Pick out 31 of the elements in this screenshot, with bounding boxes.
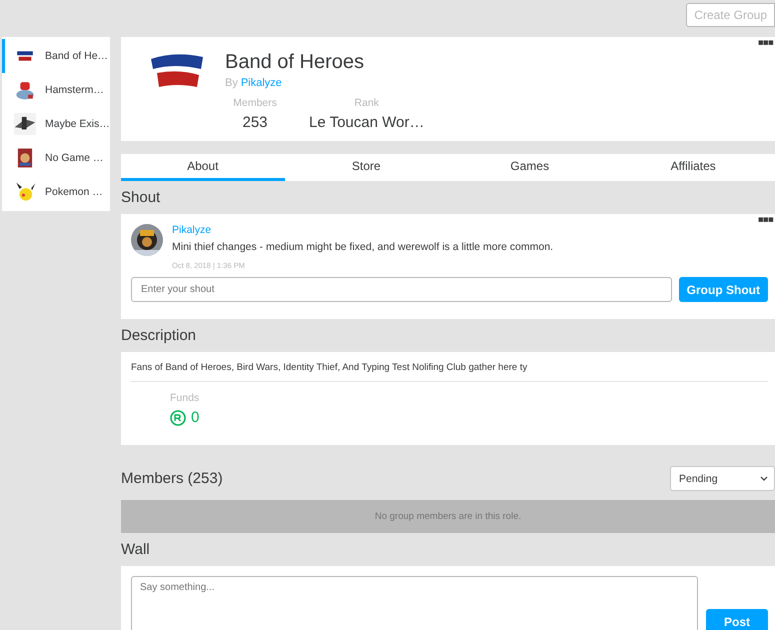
group-list-item[interactable]: Pokemon … xyxy=(2,175,110,209)
description-text: Fans of Band of Heroes, Bird Wars, Identity Thief, And Typing Test Nolifing Club gather here ty xyxy=(131,362,768,382)
group-list-item[interactable]: Maybe Exis… xyxy=(2,107,110,141)
tab[interactable]: Store xyxy=(284,154,448,181)
group-list-item[interactable]: Hamsterm… xyxy=(2,73,110,107)
tab[interactable]: Games xyxy=(448,154,612,181)
robux-icon xyxy=(170,410,186,426)
group-list-item[interactable]: Band of He… xyxy=(2,39,110,73)
shout-message: Mini thief changes - medium might be fixed, and werewolf is a little more common. xyxy=(172,241,554,253)
stat-value: 253 xyxy=(242,114,268,131)
funds-label: Funds xyxy=(170,392,200,404)
wall-post-field[interactable]: Say something... xyxy=(131,576,698,630)
by-label: By xyxy=(225,77,238,89)
shout-input[interactable]: Enter your shout xyxy=(131,277,672,302)
stat-label: Members xyxy=(233,97,277,109)
group-list-item[interactable]: No Game … xyxy=(2,141,110,175)
more-options-icon[interactable]: ▪▪▪ xyxy=(758,38,773,48)
stat-value: Le Toucan Wor… xyxy=(309,114,424,131)
section-heading: Description xyxy=(121,326,198,346)
empty-members-message: No group members are in this role. xyxy=(121,500,775,533)
caret-icon xyxy=(760,476,768,481)
section-heading: Shout xyxy=(121,188,162,208)
tab[interactable]: Affiliates xyxy=(612,154,775,181)
more-options-icon[interactable]: ▪▪▪ xyxy=(758,215,773,225)
role-dropdown[interactable]: Pending xyxy=(670,466,775,491)
section-heading: Members (253) xyxy=(121,470,223,487)
section-heading: Wall xyxy=(121,540,151,560)
tab[interactable]: About xyxy=(121,154,284,181)
funds-value: 0 xyxy=(191,409,200,426)
group-title: Band of Heroes xyxy=(225,51,365,74)
stat-label: Rank xyxy=(354,97,379,109)
